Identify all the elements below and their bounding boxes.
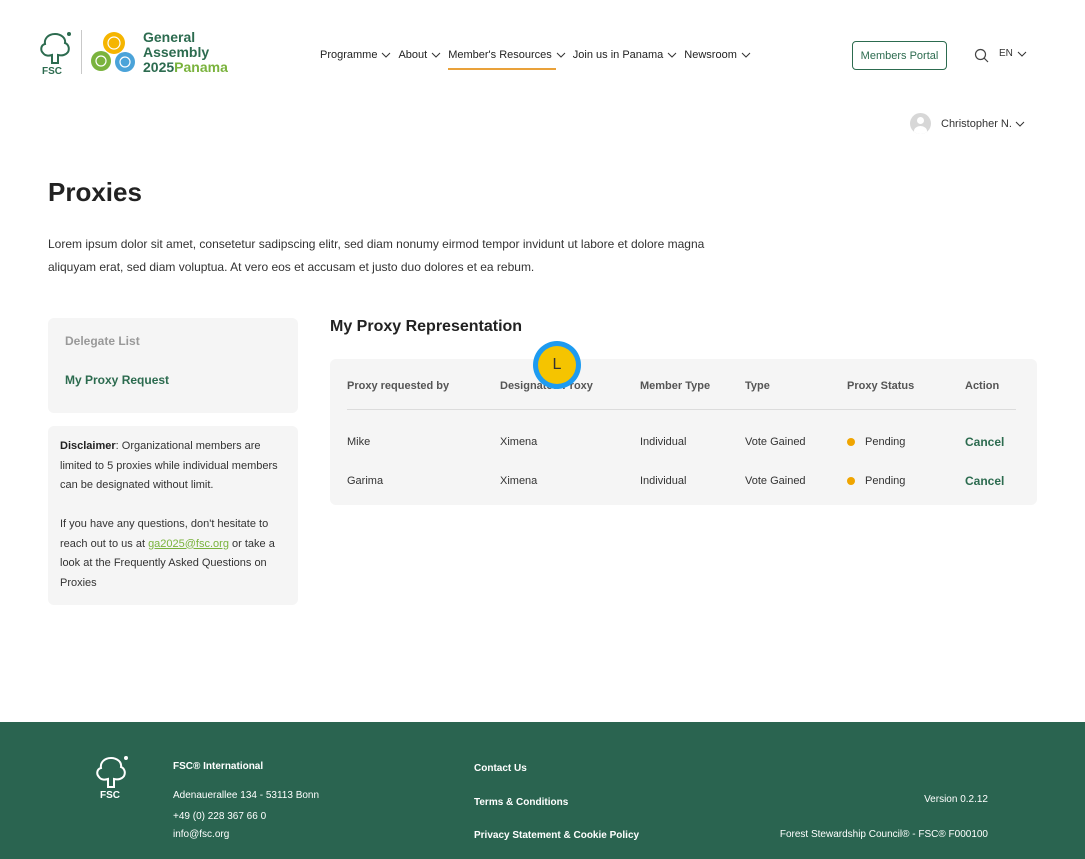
status-label: Pending <box>865 436 906 448</box>
svg-text:FSC: FSC <box>100 790 120 800</box>
ga-place: Panama <box>174 59 228 75</box>
nav-label: Member's Resources <box>448 49 552 61</box>
user-menu[interactable]: Christopher N. <box>910 113 1025 134</box>
footer-email[interactable]: info@fsc.org <box>173 829 229 840</box>
status-badge: Pending <box>847 475 905 487</box>
footer-link-privacy[interactable]: Privacy Statement & Cookie Policy <box>474 830 639 841</box>
click-indicator: L <box>533 341 581 389</box>
nav-programme[interactable]: Programme <box>320 47 391 63</box>
chevron-down-icon <box>1017 51 1027 57</box>
chevron-down-icon <box>667 52 677 58</box>
chevron-down-icon <box>431 52 441 58</box>
column-header-action: Action <box>965 380 1000 392</box>
general-assembly-wordmark: General Assembly 2025Panama <box>143 30 228 75</box>
sidebar-item-delegate-list[interactable]: Delegate List <box>65 334 140 348</box>
disclaimer-text: Disclaimer: Organizational members are l… <box>60 437 286 496</box>
site-header: FSC General Assembly 2025Panama Programm… <box>0 0 1085 110</box>
chevron-down-icon <box>382 52 391 58</box>
status-dot <box>847 438 855 446</box>
footer-org-name: FSC® International <box>173 761 264 772</box>
chevron-down-icon <box>741 52 751 58</box>
site-footer: FSC FSC® International Adenauerallee 134… <box>0 722 1085 859</box>
click-indicator-label: L <box>538 346 576 384</box>
page-title: Proxies <box>48 177 142 207</box>
cancel-button[interactable]: Cancel <box>965 435 1004 449</box>
status-dot <box>847 477 855 485</box>
logo-divider <box>81 30 82 74</box>
footer-link-contact-us[interactable]: Contact Us <box>474 763 527 774</box>
nav-members-resources[interactable]: Member's Resources <box>448 47 566 70</box>
sidebar-nav: Delegate List My Proxy Request <box>48 318 298 413</box>
column-header-proxy-status: Proxy Status <box>847 380 915 392</box>
cell-designated: Ximena <box>500 475 538 487</box>
cell-member-type: Individual <box>640 475 687 487</box>
cell-member-type: Individual <box>640 436 687 448</box>
nav-label: About <box>398 49 428 61</box>
footer-address: Adenauerallee 134 - 53113 Bonn <box>173 790 320 801</box>
nav-join-us-in-panama[interactable]: Join us in Panama <box>573 47 678 63</box>
cancel-button[interactable]: Cancel <box>965 474 1004 488</box>
cell-requested-by: Garima <box>347 475 384 487</box>
disclaimer-label: Disclaimer <box>60 440 116 452</box>
svg-text:FSC: FSC <box>42 66 62 76</box>
ga-year: 2025 <box>143 59 175 75</box>
language-selector[interactable]: EN <box>999 48 1027 59</box>
column-header-type: Type <box>745 380 770 392</box>
status-label: Pending <box>865 475 906 487</box>
nav-about[interactable]: About <box>398 47 441 63</box>
main-nav: Programme About Member's Resources Join … <box>320 47 758 70</box>
nav-label: Join us in Panama <box>572 49 664 61</box>
fsc-logo[interactable]: FSC <box>92 754 132 800</box>
avatar <box>910 113 931 134</box>
ga-line-2: Assembly <box>143 44 210 60</box>
general-assembly-emblem <box>91 32 135 72</box>
status-badge: Pending <box>847 436 905 448</box>
cell-type: Vote Gained <box>745 436 806 448</box>
disclaimer-box: Disclaimer: Organizational members are l… <box>48 426 298 605</box>
cell-designated: Ximena <box>500 436 538 448</box>
cell-requested-by: Mike <box>347 436 371 448</box>
nav-label: Programme <box>320 49 378 61</box>
search-icon[interactable] <box>974 48 989 63</box>
footer-link-terms[interactable]: Terms & Conditions <box>474 797 568 808</box>
user-name: Christopher N. <box>941 117 1012 130</box>
chevron-down-icon <box>556 52 566 58</box>
table-divider <box>347 409 1016 410</box>
chevron-down-icon <box>1015 121 1025 127</box>
ga-line-1: General <box>143 29 196 45</box>
footer-version: Version 0.2.12 <box>924 794 988 805</box>
members-portal-button[interactable]: Members Portal <box>852 41 947 70</box>
language-label: EN <box>999 48 1013 59</box>
column-header-member-type: Member Type <box>640 380 711 392</box>
cell-type: Vote Gained <box>745 475 806 487</box>
footer-copyright: Forest Stewardship Council® - FSC® F0001… <box>779 829 988 840</box>
footer-phone: +49 (0) 228 367 66 0 <box>173 811 267 822</box>
contact-text: If you have any questions, don't hesitat… <box>60 515 286 593</box>
fsc-logo[interactable]: FSC <box>36 30 76 76</box>
contact-email-link[interactable]: ga2025@fsc.org <box>148 538 229 550</box>
sidebar-item-my-proxy-request[interactable]: My Proxy Request <box>65 373 169 387</box>
column-header-requested-by: Proxy requested by <box>347 380 450 392</box>
nav-newsroom[interactable]: Newsroom <box>684 47 751 63</box>
proxy-table: Proxy requested by Designated Proxy Memb… <box>330 359 1037 505</box>
nav-label: Newsroom <box>684 49 737 61</box>
page-description: Lorem ipsum dolor sit amet, consetetur s… <box>48 237 705 274</box>
section-title: My Proxy Representation <box>330 318 523 335</box>
